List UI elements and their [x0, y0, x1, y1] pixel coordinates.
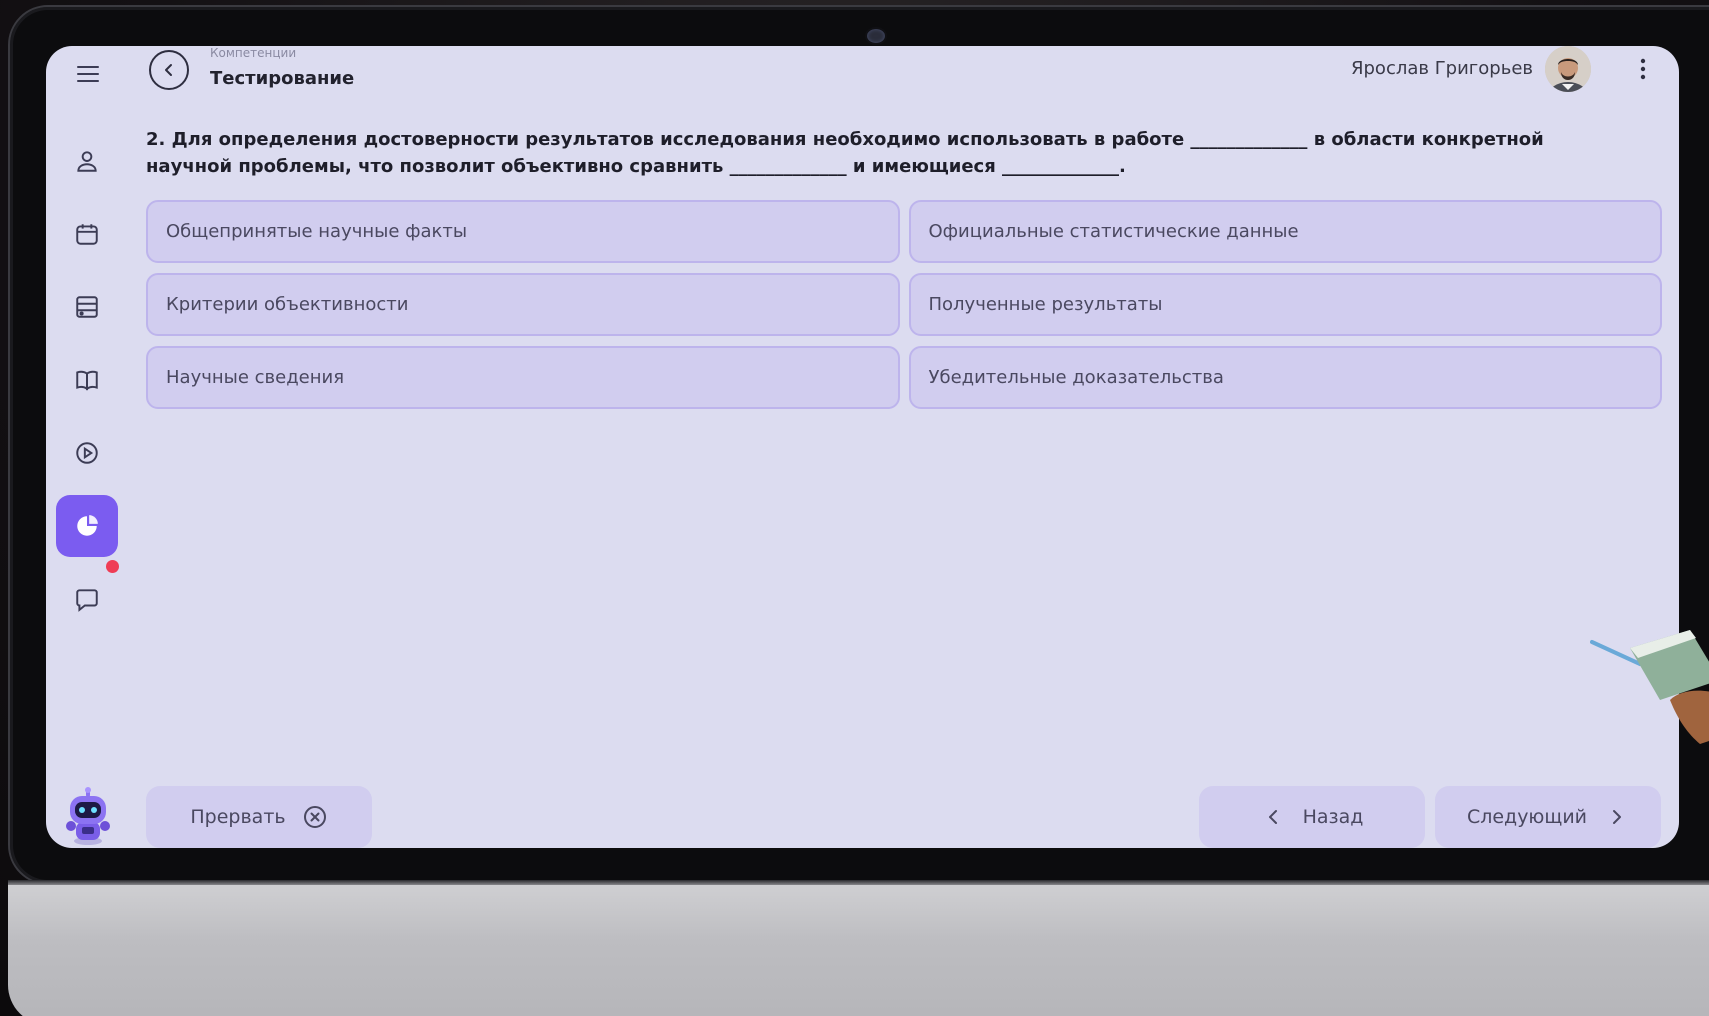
sidebar	[46, 46, 128, 848]
breadcrumb[interactable]: Компетенции	[210, 46, 296, 60]
chevron-left-icon	[1268, 810, 1277, 824]
user-name[interactable]: Ярослав Григорьев	[1351, 58, 1533, 79]
notification-dot	[106, 560, 119, 573]
monitor-chin	[8, 885, 1709, 1016]
answer-option[interactable]: Общепринятые научные факты	[146, 200, 900, 263]
sidebar-item-chat[interactable]	[56, 568, 118, 630]
robot-assistant-icon[interactable]	[58, 786, 118, 846]
abort-label: Прервать	[190, 806, 286, 828]
chevron-left-icon	[165, 64, 172, 76]
user-photo-icon	[1545, 46, 1591, 92]
play-icon	[76, 442, 98, 464]
stage: Компетенции Тестирование Ярослав Григорь…	[0, 0, 1709, 1016]
book-icon	[76, 370, 98, 391]
question-text: 2. Для определения достоверности результ…	[146, 129, 1544, 177]
vertical-dots-icon	[1640, 58, 1646, 80]
archive-icon	[76, 296, 98, 318]
camera	[865, 27, 887, 45]
page-title: Тестирование	[210, 68, 355, 89]
chevron-right-icon	[1613, 810, 1622, 824]
pie-chart-icon	[77, 515, 98, 536]
sidebar-item-archive[interactable]	[56, 276, 118, 338]
back-nav-button[interactable]	[149, 50, 189, 90]
sidebar-item-testing[interactable]	[56, 495, 118, 557]
app-screen: Компетенции Тестирование Ярослав Григорь…	[46, 46, 1679, 848]
abort-button[interactable]: Прервать	[146, 786, 372, 848]
next-label: Следующий	[1466, 806, 1588, 828]
answer-option[interactable]: Убедительные доказательства	[908, 346, 1662, 409]
close-circle-icon	[303, 806, 326, 828]
previous-button[interactable]: Назад	[1199, 786, 1425, 848]
next-button[interactable]: Следующий	[1435, 786, 1661, 848]
answer-option[interactable]: Научные сведения	[146, 346, 900, 409]
avatar[interactable]	[1545, 46, 1591, 92]
sidebar-item-library[interactable]	[56, 349, 118, 411]
hand-with-pen-decoration	[1590, 630, 1709, 744]
hamburger-icon	[77, 66, 99, 82]
answer-options: Общепринятые научные факты Официальные с…	[146, 200, 1662, 409]
sidebar-item-profile[interactable]	[56, 130, 118, 192]
answer-option[interactable]: Официальные статистические данные	[908, 200, 1662, 263]
sidebar-item-video[interactable]	[56, 422, 118, 484]
previous-label: Назад	[1302, 806, 1364, 828]
calendar-icon	[76, 224, 98, 245]
user-icon	[77, 151, 97, 172]
menu-button[interactable]	[68, 54, 108, 94]
answer-option[interactable]: Полученные результаты	[908, 273, 1662, 336]
more-options-button[interactable]	[1631, 52, 1655, 86]
sidebar-item-calendar[interactable]	[56, 203, 118, 265]
chat-icon	[76, 589, 98, 612]
answer-option[interactable]: Критерии объективности	[146, 273, 900, 336]
